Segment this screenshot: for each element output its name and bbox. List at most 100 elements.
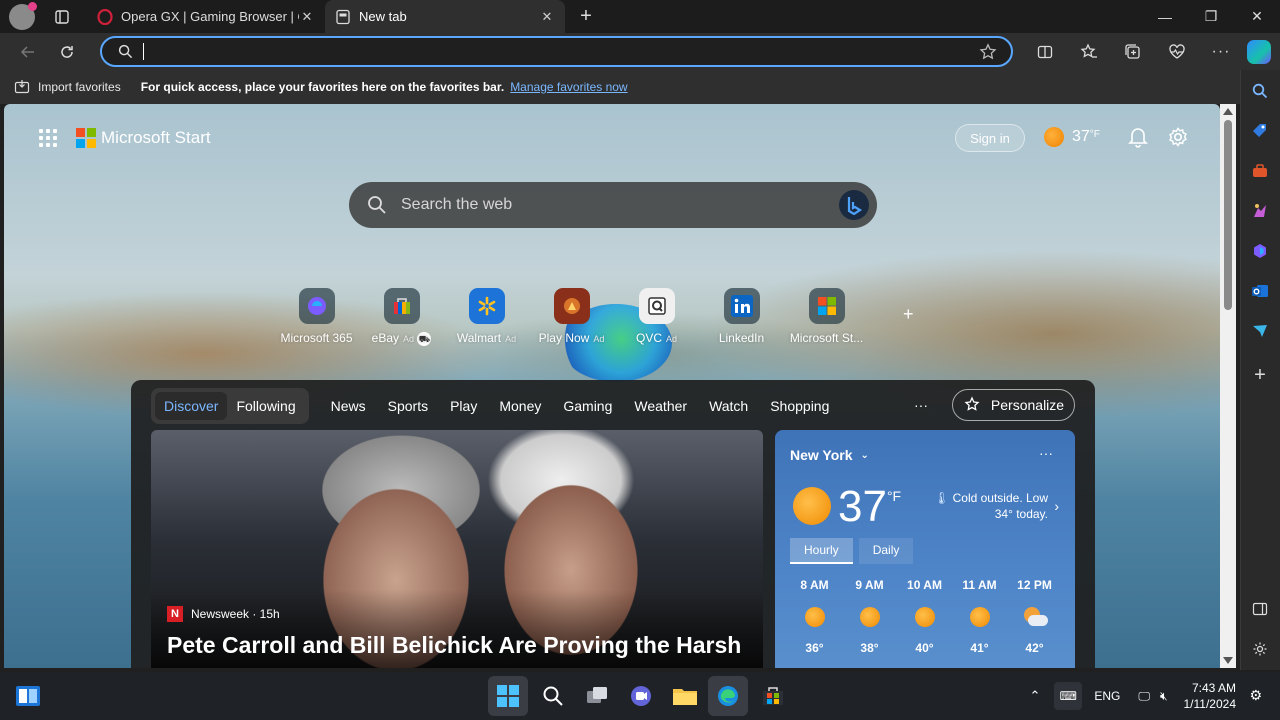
quick-link-linkedin[interactable]: LinkedIn: [699, 288, 784, 346]
quick-link-walmart[interactable]: Walmart Ad: [444, 288, 529, 346]
refresh-icon[interactable]: [51, 36, 83, 68]
quick-link-ebay[interactable]: eBay Ad ⛟: [359, 288, 444, 346]
favorites-icon[interactable]: [1073, 36, 1105, 68]
notification-center-icon[interactable]: ⚙: [1249, 687, 1262, 704]
edge-taskbar-icon[interactable]: [708, 676, 748, 716]
tab-shopping[interactable]: Shopping: [770, 398, 829, 414]
quick-link-qvc[interactable]: QVC Ad: [614, 288, 699, 346]
close-window-icon[interactable]: ✕: [1234, 0, 1280, 33]
address-input[interactable]: [144, 38, 979, 65]
games-icon[interactable]: [1249, 200, 1271, 222]
tab-daily[interactable]: Daily: [858, 538, 914, 564]
weather-widget[interactable]: 37 °F: [1044, 127, 1100, 147]
chevron-right-icon[interactable]: ›: [1054, 498, 1059, 514]
tab-weather[interactable]: Weather: [634, 398, 687, 414]
quick-link-microsoft-365[interactable]: Microsoft 365: [274, 288, 359, 346]
tab-discover[interactable]: Discover: [155, 392, 228, 420]
page-settings-gear-icon[interactable]: [1167, 126, 1189, 148]
scrollbar-thumb[interactable]: [1224, 120, 1232, 310]
taskbar-search-icon[interactable]: [539, 682, 567, 710]
weather-more-button[interactable]: ···: [1039, 445, 1053, 461]
volume-muted-icon[interactable]: 🔇︎: [1160, 689, 1168, 704]
add-sidebar-app-icon[interactable]: +: [1249, 364, 1271, 386]
profile-avatar[interactable]: [9, 1, 37, 30]
copilot-icon[interactable]: [1247, 39, 1271, 64]
close-tab-icon[interactable]: ✕: [299, 9, 315, 25]
tab-play[interactable]: Play: [450, 398, 477, 414]
web-search-box[interactable]: Search the web: [349, 182, 877, 228]
teams-chat-icon[interactable]: [627, 682, 655, 710]
feed-more-button[interactable]: ···: [914, 397, 928, 413]
windows-logo-icon: [497, 685, 519, 707]
drop-icon[interactable]: [1249, 320, 1271, 342]
split-screen-icon[interactable]: [1029, 36, 1061, 68]
tab-sports[interactable]: Sports: [388, 398, 428, 414]
tab-following[interactable]: Following: [227, 392, 304, 420]
address-bar[interactable]: [100, 36, 1013, 67]
hide-sidebar-icon[interactable]: [1249, 598, 1271, 620]
widgets-icon[interactable]: [14, 682, 42, 710]
microsoft-store-taskbar-icon[interactable]: [759, 682, 787, 710]
scroll-up-arrow-icon[interactable]: [1223, 108, 1233, 115]
favorite-star-icon[interactable]: [979, 42, 997, 61]
sunny-icon: [859, 607, 880, 627]
collections-icon[interactable]: [1117, 36, 1149, 68]
hero-news-card[interactable]: N Newsweek · 15h Pete Carroll and Bill B…: [151, 430, 763, 668]
bing-chat-icon[interactable]: [839, 190, 869, 220]
import-favorites-button[interactable]: Import favorites: [14, 79, 121, 95]
personalize-button[interactable]: Personalize: [952, 389, 1075, 421]
tab-new-tab[interactable]: New tab ✕: [325, 0, 565, 33]
brand-title[interactable]: Microsoft Start: [101, 128, 211, 148]
tab-news[interactable]: News: [331, 398, 366, 414]
weather-card[interactable]: New York ⌄ ··· 37°F 🌡 Cold outside. Low …: [775, 430, 1075, 668]
add-quick-link-button[interactable]: +: [903, 304, 914, 325]
new-tab-page: Microsoft Start Sign in 37 °F Search the…: [4, 104, 1220, 668]
manage-favorites-link[interactable]: Manage favorites now: [510, 80, 627, 94]
notifications-bell-icon[interactable]: [1128, 126, 1148, 148]
start-button[interactable]: [488, 676, 528, 716]
page-scrollbar[interactable]: [1220, 104, 1236, 668]
news-feed: Discover Following News Sports Play Mone…: [131, 380, 1095, 668]
tab-opera-gx[interactable]: Opera GX | Gaming Browser | Op ✕: [87, 0, 325, 33]
settings-gear-icon[interactable]: [1249, 638, 1271, 660]
shopping-tag-icon[interactable]: [1249, 120, 1271, 142]
network-icon[interactable]: 🖵: [1138, 689, 1150, 704]
outlook-icon[interactable]: [1249, 280, 1271, 302]
back-arrow-icon[interactable]: [12, 36, 44, 68]
minimize-icon[interactable]: —: [1142, 0, 1188, 33]
file-explorer-icon[interactable]: [671, 682, 699, 710]
ad-badge: Ad: [666, 334, 678, 344]
quick-link-play-now[interactable]: Play Now Ad: [529, 288, 614, 346]
news-headline[interactable]: Pete Carroll and Bill Belichick Are Prov…: [167, 632, 741, 659]
tab-actions-menu-icon[interactable]: [49, 4, 75, 30]
close-tab-icon[interactable]: ✕: [539, 9, 555, 25]
scroll-down-arrow-icon[interactable]: [1223, 657, 1233, 664]
search-icon: [368, 196, 386, 214]
clock[interactable]: 7:43 AM 1/11/2024: [1184, 680, 1237, 712]
app-launcher-icon[interactable]: [39, 129, 57, 147]
quick-link-microsoft-store[interactable]: Microsoft St...: [784, 288, 869, 346]
sign-in-button[interactable]: Sign in: [955, 124, 1025, 152]
tools-icon[interactable]: [1249, 160, 1271, 182]
hour-item: 8 AM 36°: [800, 578, 829, 655]
task-view-icon[interactable]: [583, 682, 611, 710]
ad-badge: Ad: [505, 334, 517, 344]
new-tab-button[interactable]: +: [571, 2, 601, 32]
show-hidden-icons-chevron-icon[interactable]: ⌃: [1029, 688, 1040, 704]
keyboard-icon[interactable]: ⌨: [1054, 682, 1083, 710]
microsoft-365-icon[interactable]: [1249, 240, 1271, 262]
tab-watch[interactable]: Watch: [709, 398, 748, 414]
import-icon: [14, 80, 30, 94]
tab-gaming[interactable]: Gaming: [563, 398, 612, 414]
language-indicator[interactable]: ENG: [1094, 689, 1120, 703]
more-menu-icon[interactable]: ···: [1205, 36, 1237, 68]
restore-icon[interactable]: ❐: [1188, 0, 1234, 33]
weather-city[interactable]: New York ⌄: [790, 447, 869, 463]
tab-hourly[interactable]: Hourly: [790, 538, 853, 564]
browser-essentials-icon[interactable]: [1161, 36, 1193, 68]
hour-item: 11 AM 41°: [962, 578, 997, 655]
system-tray: ⌃ ⌨ ENG 🖵 🔇︎ 7:43 AM 1/11/2024: [1029, 672, 1280, 720]
search-icon[interactable]: [1249, 80, 1271, 102]
tab-money[interactable]: Money: [499, 398, 541, 414]
chevron-down-icon: ⌄: [860, 449, 869, 461]
